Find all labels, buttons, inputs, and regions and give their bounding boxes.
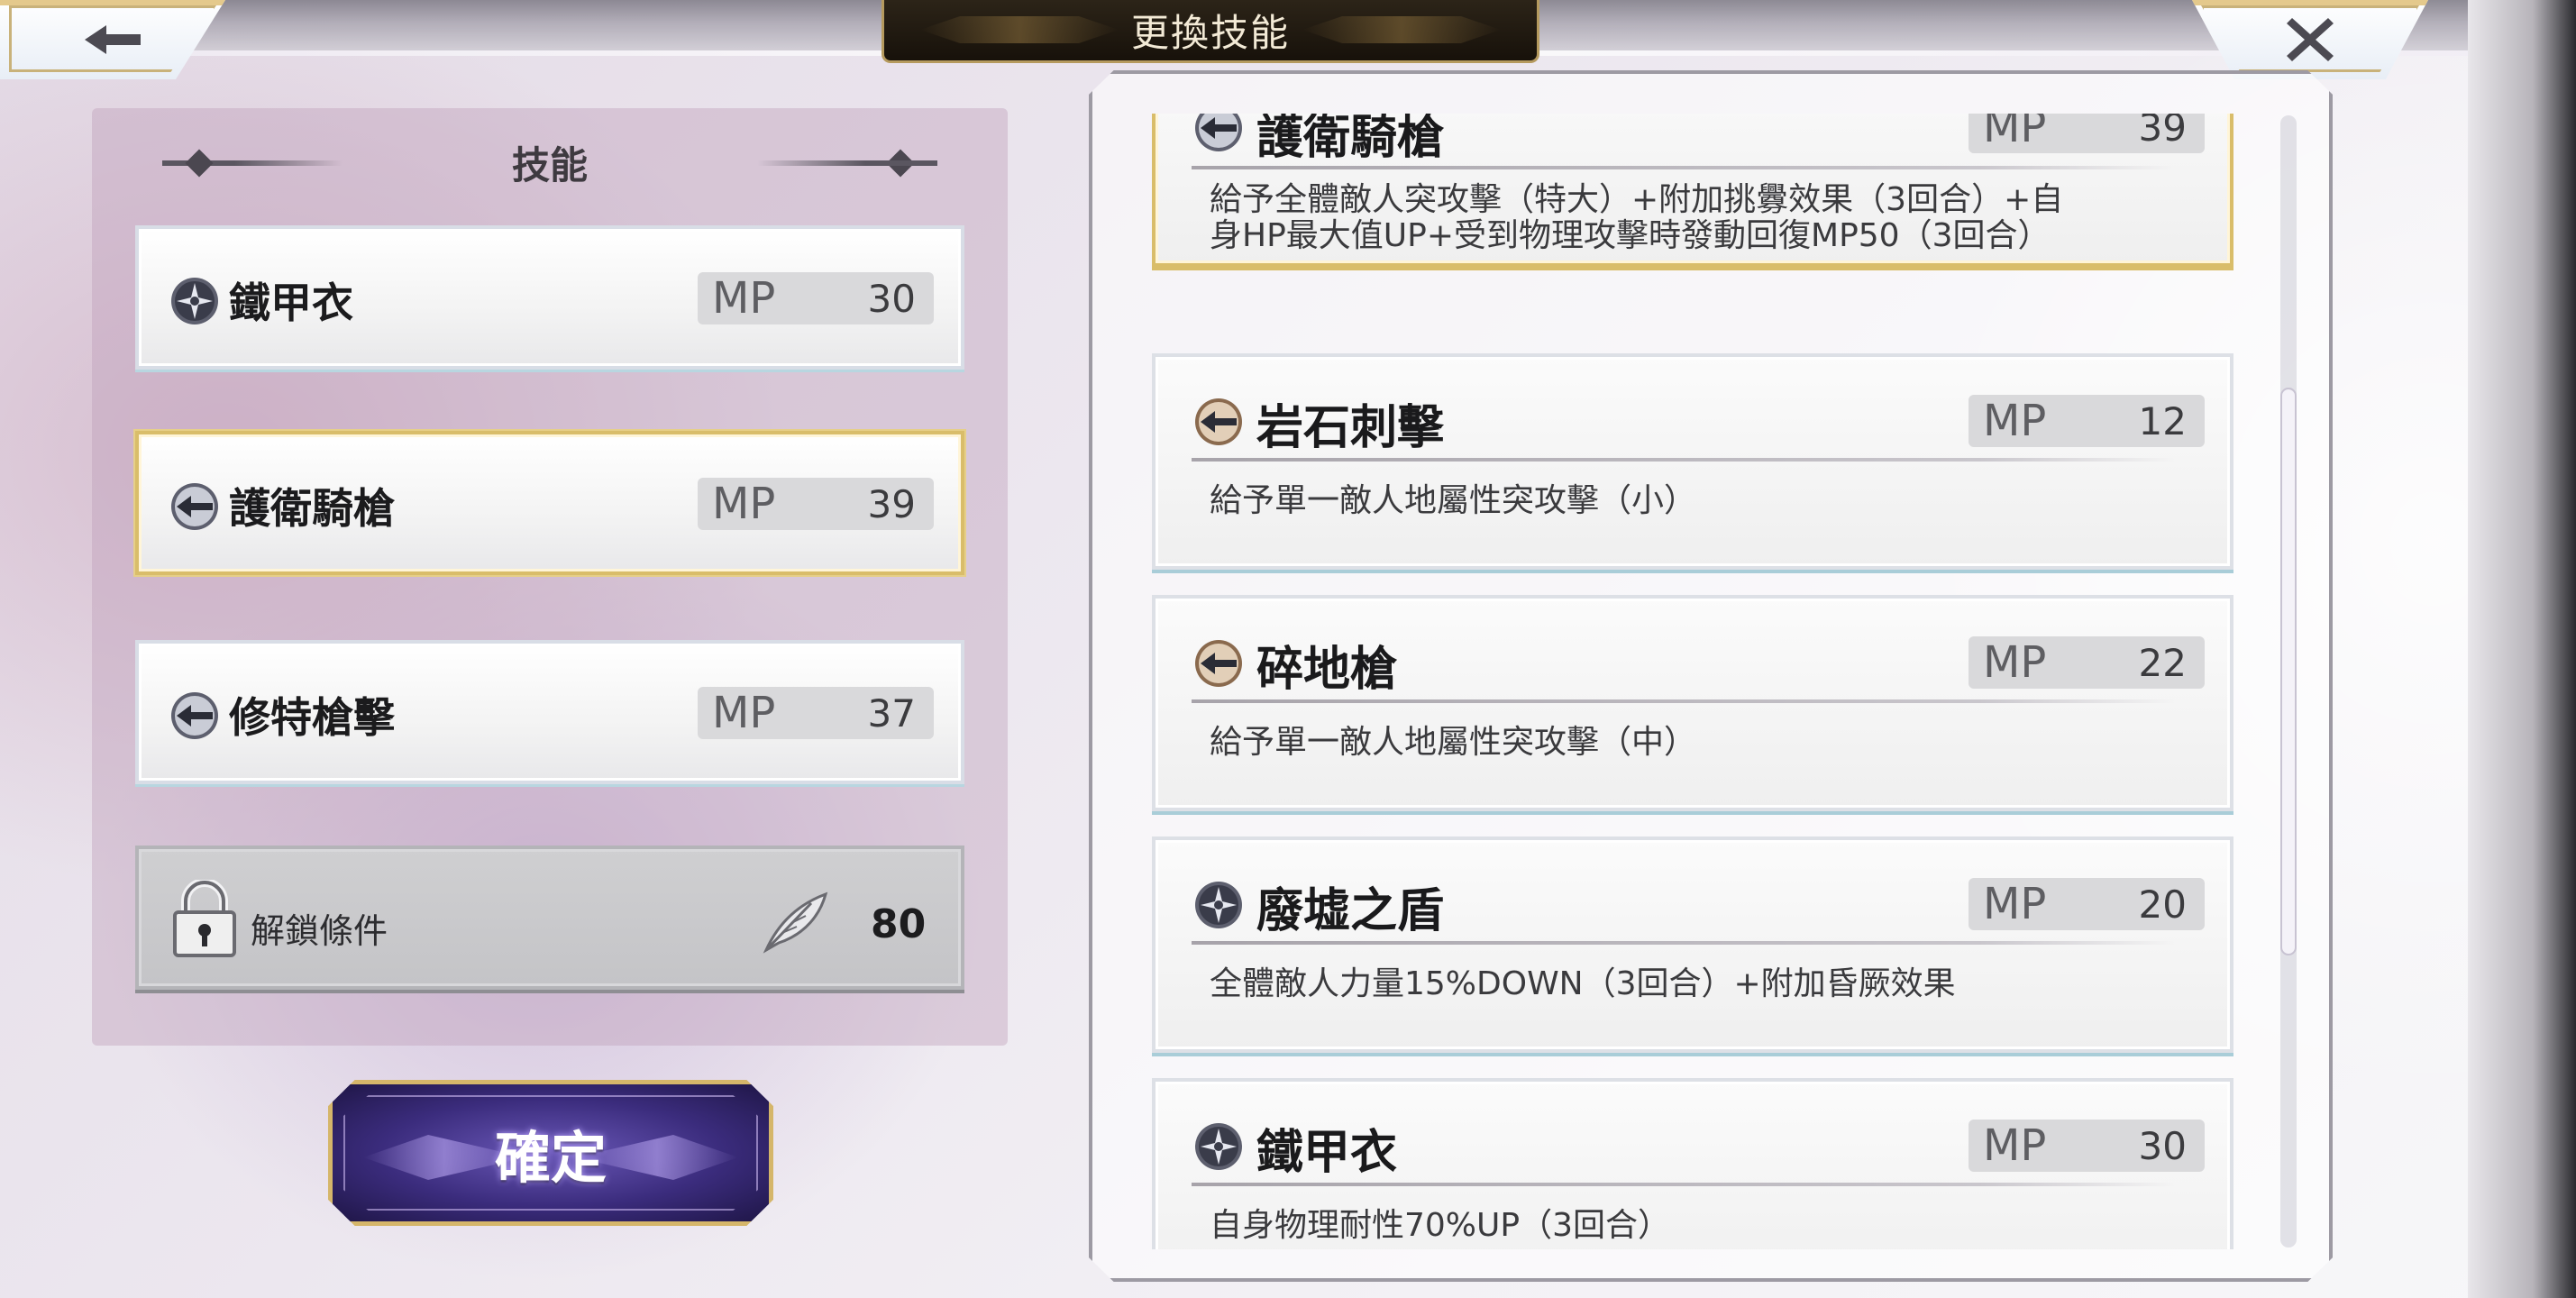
skill-slot-name: 鐵甲衣 — [229, 279, 353, 327]
earth-spear-icon — [1195, 640, 1242, 687]
skill-card[interactable]: 護衛騎槍 MP 39 給予全體敵人突攻擊（特大）+附加挑釁效果（3回合）+自 身… — [1152, 114, 2233, 267]
mp-cost: MP 20 — [1969, 878, 2205, 930]
panel-header: 技能 — [162, 135, 937, 189]
skill-name: 鐵甲衣 — [1256, 1125, 1398, 1180]
feather-icon — [763, 891, 828, 954]
skill-description: 給予單一敵人地屬性突攻擊（中） — [1210, 724, 1697, 761]
panel-header-label: 技能 — [511, 142, 588, 187]
lock-icon — [173, 880, 236, 957]
locked-skill-slot[interactable]: 解鎖條件 80 — [135, 846, 964, 990]
skill-list[interactable]: 護衛騎槍 MP 39 給予全體敵人突攻擊（特大）+附加挑釁效果（3回合）+自 身… — [1107, 114, 2279, 1249]
mp-cost: MP 39 — [1969, 114, 2205, 153]
confirm-label: 確定 — [494, 1125, 607, 1191]
skill-slot-name: 護衛騎槍 — [229, 484, 395, 533]
skill-slot-3[interactable]: 修特槍擊 MP 37 — [135, 640, 964, 784]
spear-arrow-icon — [1195, 114, 1242, 151]
skill-name: 廢墟之盾 — [1256, 883, 1445, 938]
skill-card[interactable]: 岩石刺擊 MP 12 給予單一敵人地屬性突攻擊（小） — [1152, 353, 2233, 570]
skill-card[interactable]: 鐵甲衣 MP 30 自身物理耐性70%UP（3回合） — [1152, 1078, 2233, 1249]
skill-slot-name: 修特槍擊 — [229, 693, 395, 742]
skill-card[interactable]: 廢墟之盾 MP 20 全體敵人力量15%DOWN（3回合）+附加昏厥效果 — [1152, 836, 2233, 1053]
unlock-cost: 80 — [871, 901, 927, 947]
skill-description: 給予單一敵人地屬性突攻擊（小） — [1210, 482, 1697, 519]
shield-burst-icon — [1195, 882, 1242, 928]
confirm-button[interactable]: 確定 — [328, 1080, 773, 1226]
skill-description: 自身物理耐性70%UP（3回合） — [1210, 1207, 1670, 1244]
skill-slot-2[interactable]: 護衛騎槍 MP 39 — [135, 431, 964, 575]
page-title: 更換技能 — [1130, 11, 1290, 55]
page-title-banner: 更換技能 — [882, 0, 1539, 63]
skill-description: 全體敵人力量15%DOWN（3回合）+附加昏厥效果 — [1210, 965, 1956, 1002]
skill-name: 岩石刺擊 — [1256, 400, 1445, 455]
skill-description: 給予全體敵人突攻擊（特大）+附加挑釁效果（3回合）+自 身HP最大值UP+受到物… — [1210, 181, 2064, 254]
scrollbar-thumb[interactable] — [2280, 388, 2297, 955]
screen-edge — [2468, 0, 2576, 1298]
arrow-left-icon — [85, 25, 141, 54]
mp-cost: MP 30 — [698, 272, 934, 324]
mp-cost: MP 30 — [1969, 1120, 2205, 1172]
skill-list-scrollbar[interactable] — [2280, 115, 2297, 1248]
unlock-condition-label: 解鎖條件 — [251, 911, 388, 951]
mp-cost: MP 12 — [1969, 395, 2205, 447]
spear-arrow-icon — [171, 483, 218, 530]
mp-cost: MP 22 — [1969, 636, 2205, 689]
skill-card[interactable]: 碎地槍 MP 22 給予單一敵人地屬性突攻擊（中） — [1152, 595, 2233, 811]
spear-arrow-icon — [171, 692, 218, 739]
mp-cost: MP 37 — [698, 687, 934, 739]
earth-spear-icon — [1195, 398, 1242, 445]
shield-burst-icon — [171, 278, 218, 324]
shield-burst-icon — [1195, 1123, 1242, 1170]
x-icon — [2287, 18, 2334, 61]
mp-cost: MP 39 — [698, 478, 934, 530]
skill-name: 碎地槍 — [1256, 642, 1398, 697]
skill-slot-1[interactable]: 鐵甲衣 MP 30 — [135, 225, 964, 370]
skill-name: 護衛騎槍 — [1256, 114, 1445, 165]
